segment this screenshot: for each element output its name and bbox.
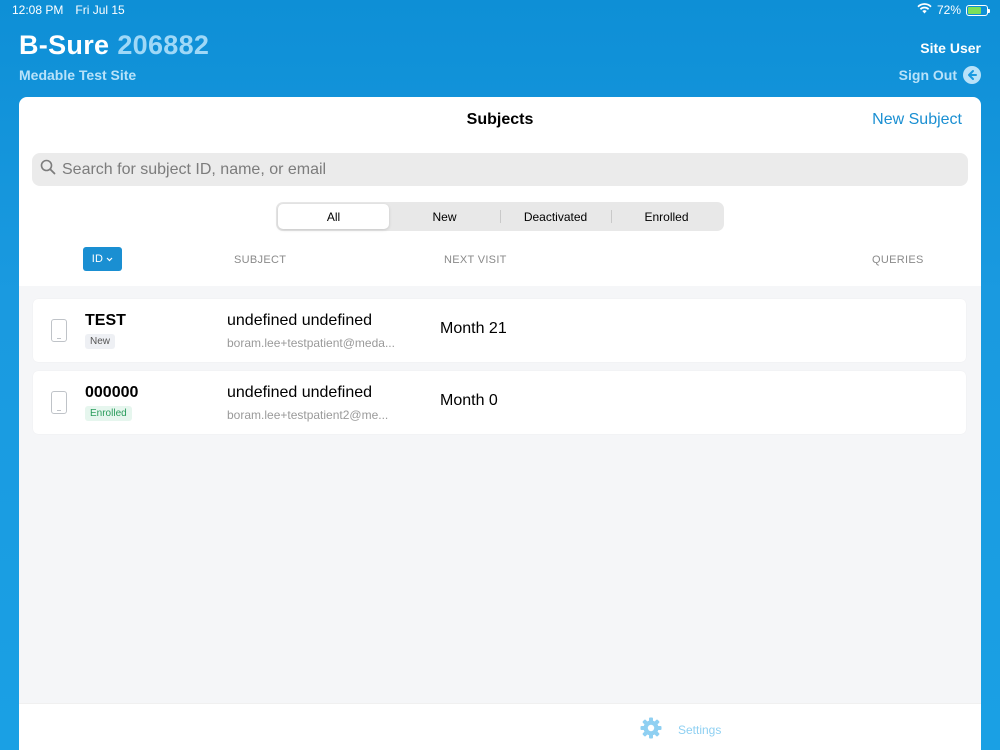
subject-row[interactable]: TEST New undefined undefined boram.lee+t… xyxy=(33,299,966,362)
study-id: 206882 xyxy=(117,30,210,60)
sort-id-button[interactable]: ID xyxy=(83,247,122,271)
settings-label: Settings xyxy=(678,722,722,737)
subject-email: boram.lee+testpatient@meda... xyxy=(227,336,395,350)
status-time: 12:08 PM xyxy=(12,3,64,17)
filter-enrolled[interactable]: Enrolled xyxy=(611,204,722,229)
subject-email: boram.lee+testpatient2@me... xyxy=(227,408,389,422)
battery-percent: 72% xyxy=(936,3,961,17)
status-bar: 12:08 PM Fri Jul 15 72% xyxy=(0,0,1000,20)
status-badge: Enrolled xyxy=(85,406,132,421)
filter-deactivated[interactable]: Deactivated xyxy=(500,204,611,229)
column-headers: ID SUBJECT NEXT VISIT QUERIES xyxy=(19,247,981,283)
app-title: B-Sure 206882 xyxy=(19,30,981,61)
filter-segmented-control: All New Deactivated Enrolled xyxy=(276,202,724,231)
sign-out-label: Sign Out xyxy=(898,67,957,83)
tablet-icon xyxy=(51,319,67,342)
sign-out-button[interactable]: Sign Out xyxy=(899,66,981,84)
filter-new[interactable]: New xyxy=(389,204,500,229)
column-next-visit: NEXT VISIT xyxy=(444,254,507,266)
site-name: Medable Test Site xyxy=(19,67,137,83)
tablet-icon xyxy=(51,391,67,414)
search-input[interactable]: Search for subject ID, name, or email xyxy=(32,153,968,186)
status-date: Fri Jul 15 xyxy=(75,3,125,17)
subject-next-visit: Month 21 xyxy=(440,320,507,337)
app-name: B-Sure xyxy=(19,30,110,60)
subject-name: undefined undefined xyxy=(227,312,373,329)
user-name[interactable]: Site User xyxy=(920,40,981,56)
search-icon xyxy=(40,159,56,180)
search-placeholder: Search for subject ID, name, or email xyxy=(62,160,327,178)
column-subject: SUBJECT xyxy=(234,254,287,266)
subject-name: undefined undefined xyxy=(227,384,373,401)
footer-bar: Settings xyxy=(19,703,981,750)
app-header: B-Sure 206882 Medable Test Site Site User… xyxy=(19,30,981,90)
status-badge: New xyxy=(85,334,116,349)
column-queries: QUERIES xyxy=(872,254,924,266)
wifi-icon xyxy=(917,3,932,17)
subject-next-visit: Month 0 xyxy=(440,392,498,409)
page-title: Subjects xyxy=(466,111,534,128)
subjects-panel: Subjects New Subject Search for subject … xyxy=(19,97,981,750)
subject-id: TEST xyxy=(85,312,126,329)
battery-icon xyxy=(966,4,990,16)
subject-list: TEST New undefined undefined boram.lee+t… xyxy=(19,286,981,703)
arrow-left-icon xyxy=(963,66,981,84)
sort-id-label: ID xyxy=(91,253,104,265)
settings-button[interactable]: Settings xyxy=(639,716,721,743)
gear-icon xyxy=(639,716,663,743)
filter-all[interactable]: All xyxy=(278,204,389,229)
chevron-down-icon xyxy=(106,253,113,265)
subject-row[interactable]: 000000 Enrolled undefined undefined bora… xyxy=(33,371,966,434)
subject-id: 000000 xyxy=(85,384,139,401)
new-subject-button[interactable]: New Subject xyxy=(872,111,962,129)
